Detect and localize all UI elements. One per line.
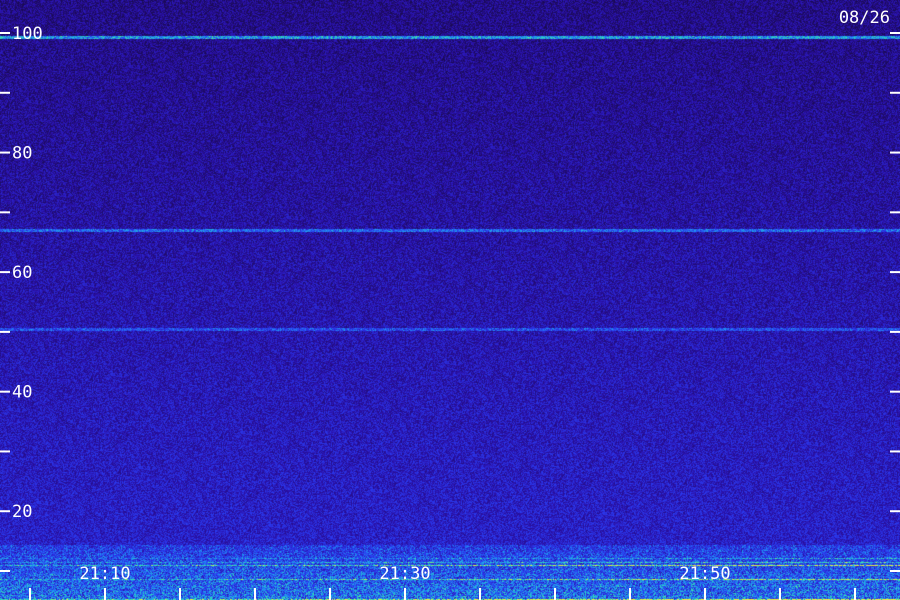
- y-tick-label: 40: [12, 383, 32, 403]
- y-tick-label: 80: [12, 144, 32, 164]
- x-tick-label: 21:30: [379, 564, 430, 584]
- y-tick-label: 60: [12, 263, 32, 283]
- x-axis: 21:10 21:30 21:50: [29, 564, 856, 600]
- y-axis: 20 40 60 80 100: [0, 24, 900, 572]
- y-tick-label: 20: [12, 502, 32, 522]
- x-tick-label: 21:50: [679, 564, 730, 584]
- date-label: 08/26: [839, 8, 890, 28]
- x-tick-label: 21:10: [79, 564, 130, 584]
- chart-axes: 08/26 20 40 60 80 100 21:10 21:30 21:50: [0, 8, 900, 600]
- spectrogram-chart: 08/26 20 40 60 80 100 21:10 21:30 21:50: [0, 0, 900, 600]
- y-tick-label: 100: [12, 24, 43, 44]
